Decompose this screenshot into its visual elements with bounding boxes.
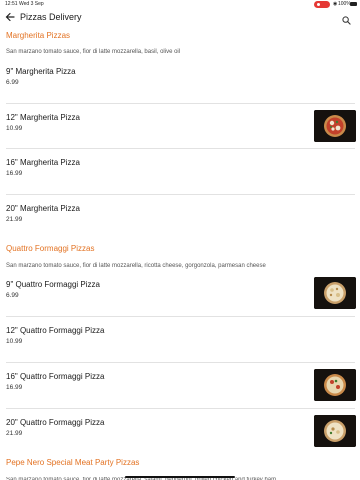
item-name: 16" Margherita Pizza [6, 158, 80, 167]
item-name: 12" Margherita Pizza [6, 113, 80, 122]
item-price: 21.99 [6, 216, 23, 223]
battery-icon [350, 2, 357, 6]
section-title-quattro-formaggi: Quattro Formaggi Pizzas [6, 244, 95, 253]
item-price: 10.99 [6, 125, 23, 132]
app-header: Pizzas Delivery [0, 9, 360, 27]
item-divider [6, 316, 355, 317]
battery-percent: 100% [338, 1, 351, 7]
section-description-margherita: San marzano tomato sauce, fior di latte … [6, 49, 181, 55]
section-description-quattro-formaggi: San marzano tomato sauce, fior di latte … [6, 263, 266, 269]
item-price: 6.99 [6, 79, 19, 86]
item-divider [6, 362, 355, 363]
item-name: 12" Quattro Formaggi Pizza [6, 326, 105, 335]
pizza-image [314, 415, 356, 447]
item-name: 9" Margherita Pizza [6, 67, 76, 76]
pizza-image [314, 369, 356, 401]
item-name: 20" Quattro Formaggi Pizza [6, 418, 105, 427]
status-bar: 12:51 Wed 3 Sep ◉ 100% [0, 0, 360, 9]
item-name: 20" Margherita Pizza [6, 204, 80, 213]
item-divider [6, 148, 355, 149]
pizza-image [314, 110, 356, 142]
item-price: 21.99 [6, 430, 23, 437]
back-arrow-icon[interactable] [4, 10, 16, 24]
wifi-icon: ◉ [333, 1, 338, 7]
item-divider [6, 103, 355, 104]
item-divider [6, 194, 355, 195]
item-name: 9" Quattro Formaggi Pizza [6, 280, 100, 289]
item-price: 6.99 [6, 292, 19, 299]
item-name: 16" Quattro Formaggi Pizza [6, 372, 105, 381]
item-price: 10.99 [6, 338, 23, 345]
section-title-margherita: Margherita Pizzas [6, 31, 71, 40]
recording-indicator-icon [314, 1, 330, 8]
search-icon[interactable] [342, 12, 352, 25]
item-price: 16.99 [6, 384, 23, 391]
pizza-image [314, 277, 356, 309]
status-date: Wed 3 Sep [19, 1, 44, 7]
section-title-pepe-nero: Pepe Nero Special Meat Party Pizzas [6, 458, 140, 467]
status-time: 12:51 [5, 1, 18, 7]
item-price: 16.99 [6, 170, 23, 177]
item-divider [6, 408, 355, 409]
home-indicator[interactable] [125, 476, 235, 478]
page-title: Pizzas Delivery [20, 12, 82, 22]
